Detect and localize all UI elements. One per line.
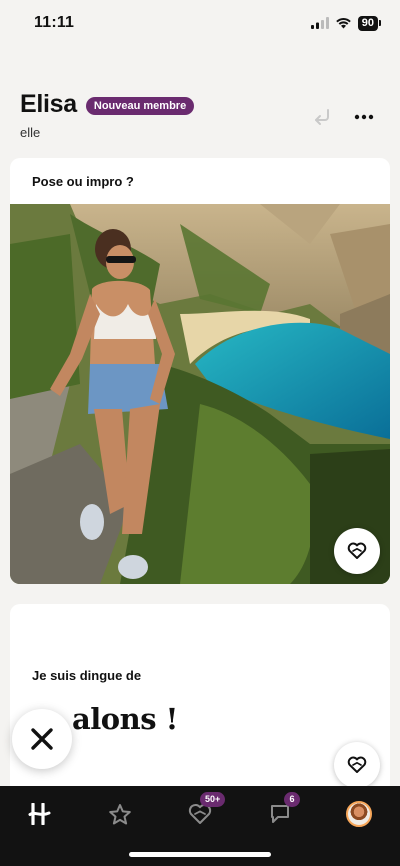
- home-indicator: [129, 852, 271, 857]
- battery-level: 90: [357, 15, 382, 31]
- star-icon: [109, 803, 131, 824]
- status-bar: 11:11 90: [0, 0, 400, 46]
- tab-home[interactable]: [20, 794, 60, 834]
- like-prompt-button[interactable]: [334, 742, 380, 788]
- hinge-logo-icon: [28, 803, 51, 825]
- more-options-button[interactable]: [354, 114, 374, 120]
- heart-icon: [347, 756, 367, 773]
- tab-profile[interactable]: [339, 794, 379, 834]
- dismiss-button[interactable]: [12, 709, 72, 769]
- messages-count-badge: 6: [284, 792, 300, 807]
- status-time: 11:11: [34, 14, 75, 31]
- tab-standouts[interactable]: [100, 794, 140, 834]
- more-icon: [354, 114, 374, 120]
- photo-illustration: [10, 204, 390, 584]
- avatar: [346, 801, 372, 827]
- profile-pronoun: elle: [20, 125, 41, 140]
- photo-prompt: Pose ou impro ?: [32, 174, 134, 189]
- like-photo-button[interactable]: [334, 528, 380, 574]
- prompt-card: Je suis dingue de alons !: [10, 604, 390, 794]
- profile-name: Elisa: [20, 90, 77, 118]
- heart-icon: [347, 542, 367, 559]
- wifi-icon: [335, 18, 351, 29]
- prompt-question: Je suis dingue de: [32, 668, 142, 683]
- undo-icon: [315, 109, 329, 125]
- prompt-answer: alons !: [72, 702, 178, 736]
- profile-header: Elisa Nouveau membre elle: [20, 90, 380, 146]
- signal-icon: [310, 17, 329, 29]
- new-member-badge: Nouveau membre: [85, 96, 195, 115]
- profile-photo[interactable]: [10, 204, 390, 584]
- close-icon: [31, 728, 53, 750]
- status-indicators: 90: [310, 15, 382, 31]
- undo-button[interactable]: [312, 108, 332, 126]
- likes-count-badge: 50+: [200, 792, 226, 807]
- photo-card: Pose ou impro ?: [10, 158, 390, 584]
